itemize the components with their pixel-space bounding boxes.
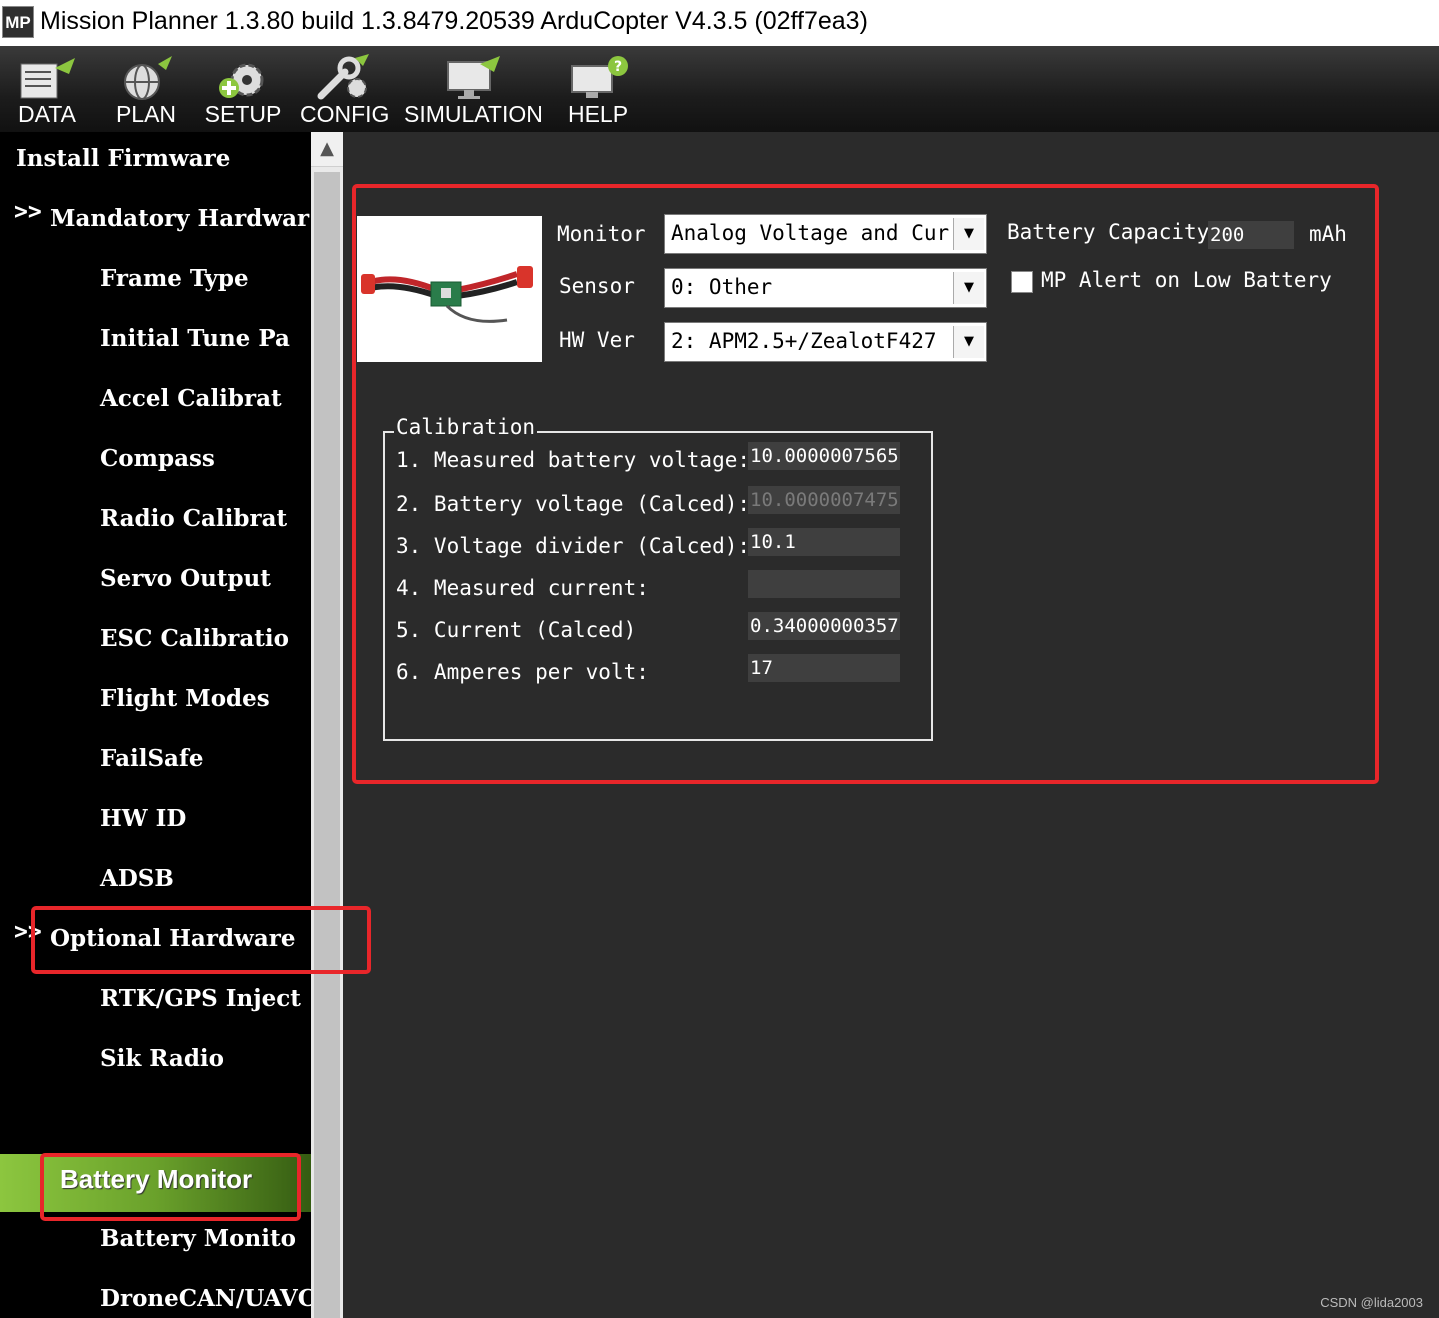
mission-planner-logo-icon: MP [2,6,34,38]
setup-sidebar: Install Firmware >> Mandatory Hardwar Fr… [0,132,311,1318]
sidebar-item-label: RTK/GPS Inject [100,985,301,1012]
sidebar-item-adsb[interactable]: ADSB [0,859,311,899]
sidebar-item-label: DroneCAN/UAVCA [100,1285,311,1312]
sidebar-item-label: Servo Output [100,565,271,592]
menu-setup[interactable]: SETUP [203,46,283,132]
annotation-box-optional-hardware [31,906,371,974]
menu-help-label: HELP [567,101,629,127]
sidebar-item-label: Accel Calibrat [100,385,282,412]
expand-chevron-icon: >> [14,199,42,225]
menu-simulation[interactable]: SIMULATION [404,46,543,132]
data-icon [20,58,75,99]
sidebar-item-label: ESC Calibratio [100,625,289,652]
sidebar-item-label: Flight Modes [100,685,270,712]
window-title: Mission Planner 1.3.80 build 1.3.8479.20… [40,7,868,35]
sidebar-item-initial-tune[interactable]: Initial Tune Pa [0,319,311,359]
menu-plan-label: PLAN [115,101,177,127]
menu-config[interactable]: CONFIG [300,46,390,132]
sidebar-item-label: HW ID [100,805,187,832]
title-bar: MP Mission Planner 1.3.80 build 1.3.8479… [0,0,1439,46]
sidebar-item-label: Battery Monito [100,1225,296,1252]
menu-data[interactable]: DATA [8,46,86,132]
config-icon [317,54,369,100]
sidebar-item-compass[interactable]: Compass [0,439,311,479]
annotation-box-battery-panel [352,184,1379,784]
sidebar-item-radio-calibration[interactable]: Radio Calibrat [0,499,311,539]
watermark: CSDN @lida2003 [1320,1295,1423,1310]
sidebar-item-label: Mandatory Hardwar [50,205,310,232]
menu-plan[interactable]: PLAN [108,46,184,132]
scroll-up-arrow-icon[interactable]: ▲ [311,132,343,167]
sidebar-item-hw-id[interactable]: HW ID [0,799,311,839]
simulation-icon [447,56,500,99]
annotation-box-battery-monitor [40,1153,301,1221]
menu-config-label: CONFIG [300,101,390,127]
sidebar-item-dronecan-uavcan[interactable]: DroneCAN/UAVCA [0,1279,311,1318]
main-menu-bar: DATA PLAN SETUP CONFIG SIMULATION ? HELP [0,46,1439,132]
sidebar-item-servo-output[interactable]: Servo Output [0,559,311,599]
help-icon: ? [571,56,628,98]
sidebar-item-label: Frame Type [100,265,249,292]
menu-help[interactable]: ? HELP [560,46,636,132]
sidebar-item-mandatory-hardware[interactable]: >> Mandatory Hardwar [0,199,311,239]
sidebar-scrollbar[interactable]: ▲ [311,132,343,1318]
scrollbar-thumb[interactable] [314,172,340,1318]
sidebar-item-install-firmware[interactable]: Install Firmware [0,139,311,179]
sidebar-item-sik-radio[interactable]: Sik Radio [0,1039,311,1079]
sidebar-item-label: Compass [100,445,215,472]
menu-data-label: DATA [18,101,76,127]
sidebar-item-label: Radio Calibrat [100,505,288,532]
sidebar-item-accel-calibration[interactable]: Accel Calibrat [0,379,311,419]
sidebar-item-failsafe[interactable]: FailSafe [0,739,311,779]
sidebar-item-esc-calibration[interactable]: ESC Calibratio [0,619,311,659]
plan-icon [124,56,172,100]
menu-setup-label: SETUP [204,101,282,127]
setup-icon [219,63,264,98]
sidebar-item-flight-modes[interactable]: Flight Modes [0,679,311,719]
sidebar-item-frame-type[interactable]: Frame Type [0,259,311,299]
sidebar-item-label: Install Firmware [16,145,231,172]
sidebar-item-label: ADSB [100,865,174,892]
sidebar-item-label: FailSafe [100,745,204,772]
sidebar-item-rtk-gps-inject[interactable]: RTK/GPS Inject [0,979,311,1019]
sidebar-item-label: Sik Radio [100,1045,224,1072]
menu-simulation-label: SIMULATION [404,101,543,127]
sidebar-item-battery-monitor-2[interactable]: Battery Monito [0,1219,311,1259]
sidebar-item-label: Initial Tune Pa [100,325,290,352]
svg-text:?: ? [614,59,622,75]
